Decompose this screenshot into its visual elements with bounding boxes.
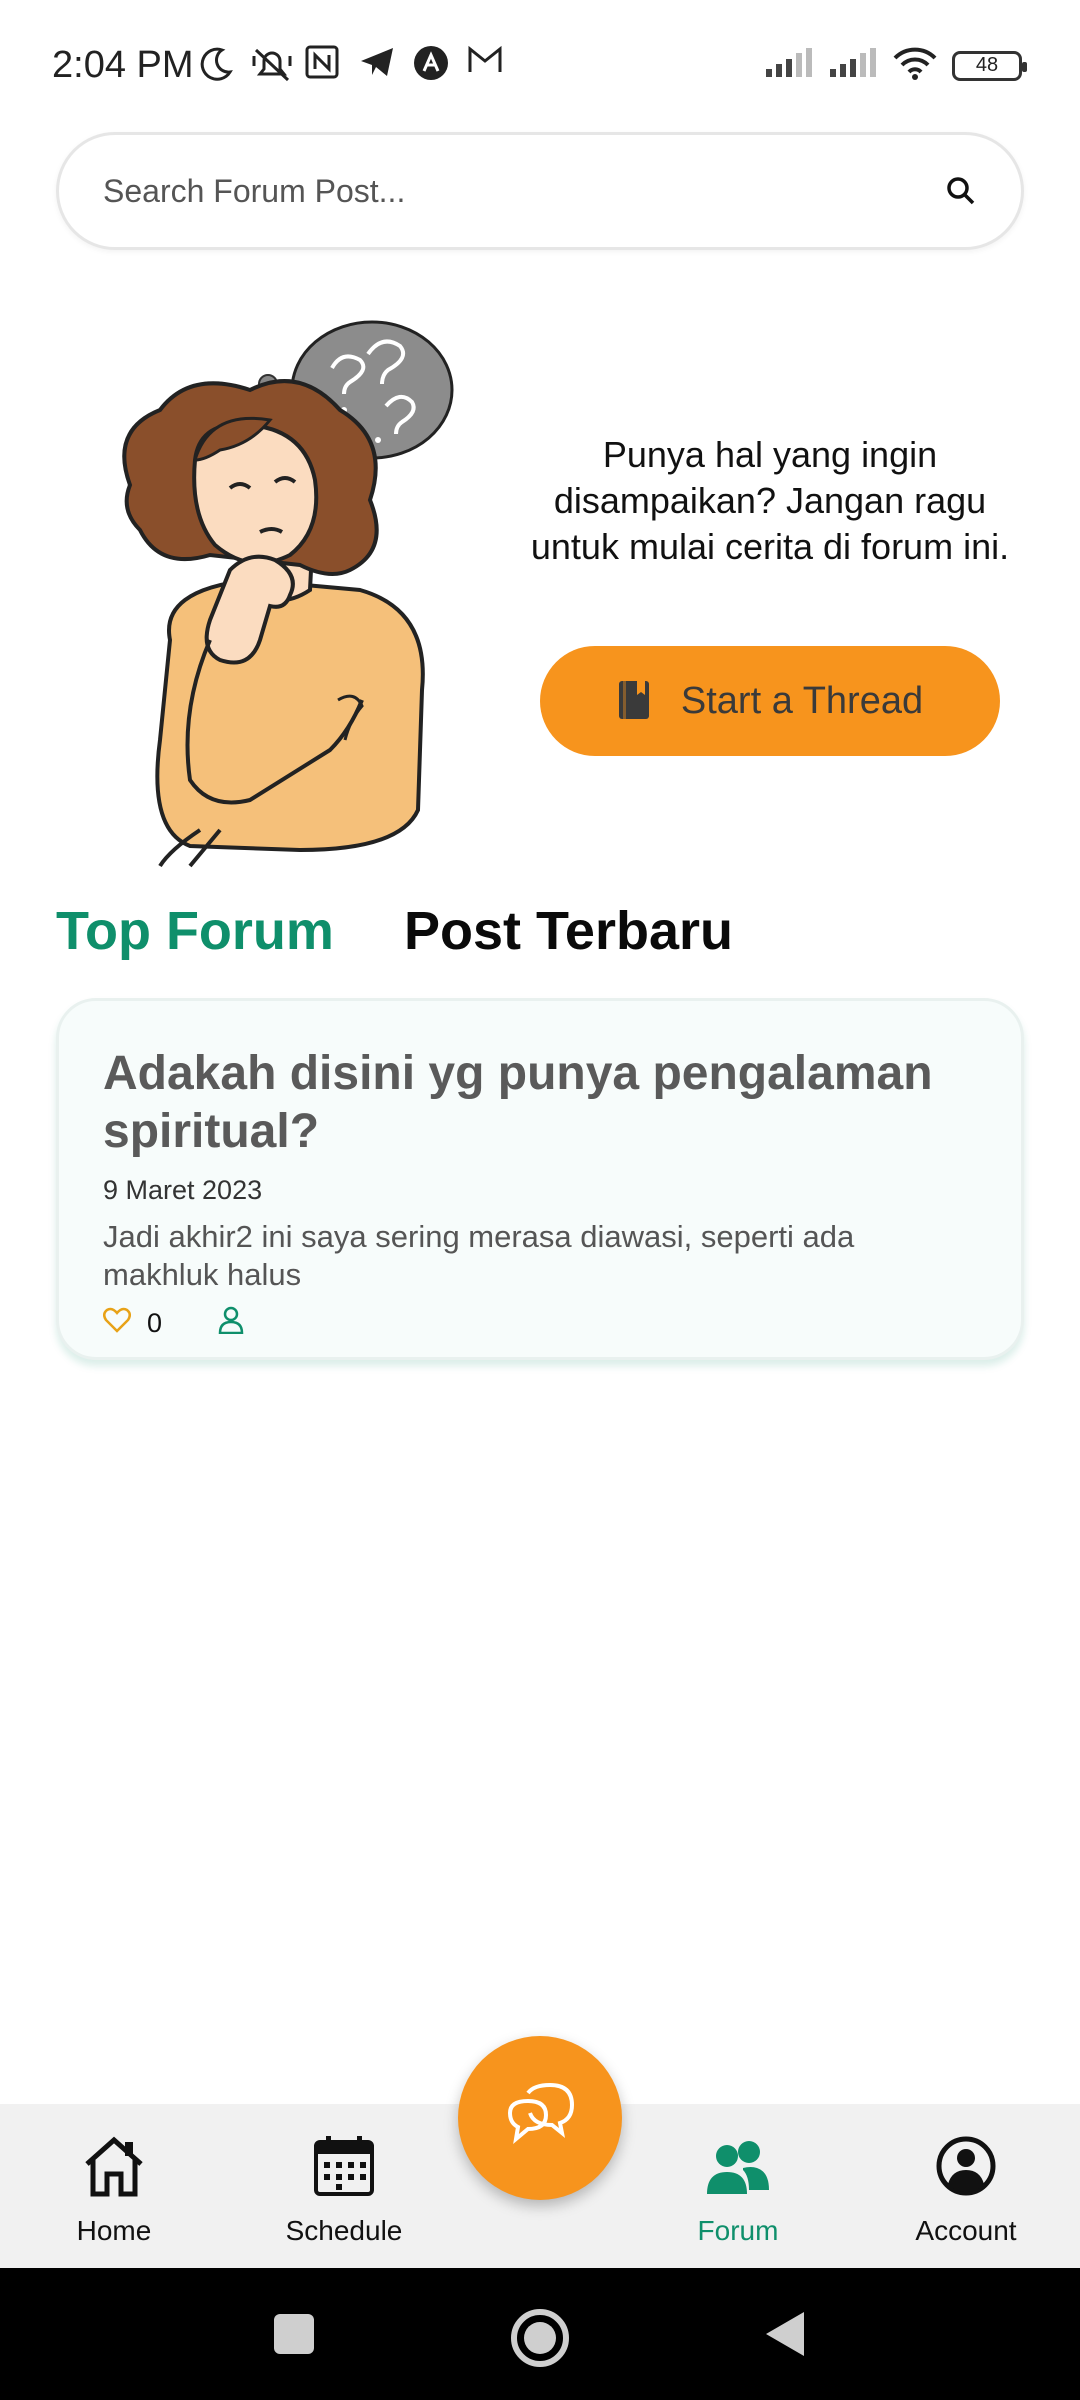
status-time: 2:04 PM [52, 44, 194, 86]
calendar-icon [312, 2134, 376, 2203]
system-icons: 48 [764, 46, 1027, 85]
telegram-icon [358, 44, 398, 84]
recent-apps-icon[interactable] [264, 2304, 324, 2364]
app-icon [412, 44, 452, 84]
post-date: 9 Maret 2023 [103, 1175, 263, 1205]
nav-forum[interactable]: Forum [638, 2134, 838, 2247]
signal-icon [828, 47, 878, 84]
nav-home-label: Home [76, 2215, 152, 2246]
user-icon [218, 1306, 244, 1341]
system-navigation-bar [0, 2268, 1080, 2400]
battery-icon: 48 [952, 50, 1027, 81]
nfc-icon [304, 44, 344, 84]
nav-account[interactable]: Account [866, 2134, 1066, 2247]
start-thread-label: Start a Thread [680, 679, 924, 722]
post-title: Adakah disini yg punya pengalaman spirit… [103, 1047, 933, 1158]
nav-forum-label: Forum [697, 2215, 779, 2246]
nav-schedule-label: Schedule [285, 2215, 403, 2246]
gmail-icon [466, 44, 506, 84]
nav-schedule[interactable]: Schedule [244, 2134, 444, 2247]
hero-prompt-text: Punya hal yang ingin disampaikan? Jangan… [530, 434, 1010, 567]
home-icon [81, 2134, 147, 2203]
post-meta: 0 [103, 1306, 977, 1341]
battery-level: 48 [975, 54, 999, 76]
heart-icon[interactable] [103, 1307, 131, 1340]
thinking-person-illustration [100, 310, 470, 870]
notification-icons [196, 44, 506, 84]
forum-post-card[interactable]: Adakah disini yg punya pengalaman spirit… [56, 998, 1024, 1360]
signal-icon [764, 47, 814, 84]
bell-off-icon [250, 44, 292, 84]
nav-home[interactable]: Home [14, 2134, 214, 2247]
like-count: 0 [147, 1308, 163, 1338]
wifi-icon [892, 46, 938, 85]
home-button-icon[interactable] [506, 2304, 569, 2367]
chat-icon [504, 2082, 576, 2154]
search-icon[interactable] [941, 171, 981, 211]
search-input[interactable] [103, 172, 941, 210]
search-bar[interactable] [56, 132, 1024, 250]
post-excerpt: Jadi akhir2 ini saya sering merasa diawa… [103, 1219, 855, 1292]
moon-icon [196, 44, 236, 84]
account-icon [934, 2134, 998, 2203]
chat-fab-button[interactable] [458, 2036, 622, 2200]
back-icon[interactable] [756, 2304, 816, 2364]
nav-account-label: Account [915, 2215, 1017, 2246]
start-thread-button[interactable]: Start a Thread [540, 646, 1000, 756]
book-icon [617, 679, 651, 724]
users-icon [703, 2134, 773, 2203]
forum-tabs: Top Forum Post Terbaru [56, 900, 733, 962]
tab-post-terbaru[interactable]: Post Terbaru [404, 900, 733, 962]
tab-top-forum[interactable]: Top Forum [56, 900, 334, 962]
status-bar: 2:04 PM 48 [0, 0, 1080, 130]
